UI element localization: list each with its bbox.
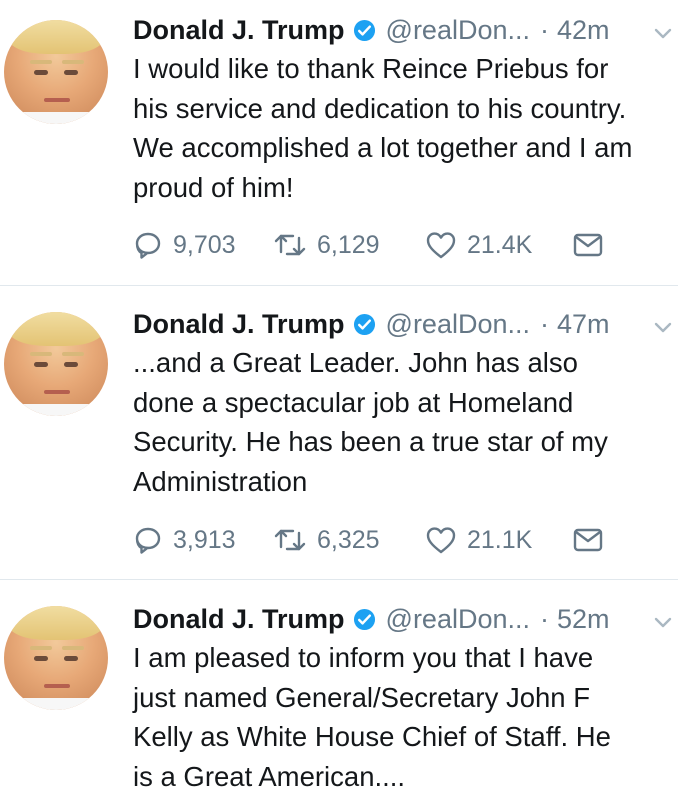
reply-button[interactable]: 9,703 — [133, 230, 273, 260]
reply-bubble-icon — [135, 232, 161, 259]
heart-icon — [426, 232, 456, 259]
separator-dot: · — [540, 603, 549, 634]
tweet[interactable]: Donald J. Trump @realDon... · 52m I am p… — [0, 580, 678, 800]
tweet-actions: 3,913 6,325 21.1K — [133, 523, 603, 557]
reply-button[interactable]: 3,913 — [133, 525, 273, 555]
chevron-down-icon[interactable] — [652, 22, 674, 44]
tweet-text: I would like to thank Reince Priebus for… — [133, 53, 633, 203]
envelope-icon — [573, 528, 603, 552]
timestamp[interactable]: 42m — [557, 15, 610, 46]
verified-badge-icon — [353, 608, 375, 630]
author-name[interactable]: Donald J. Trump — [133, 15, 345, 46]
tweet[interactable]: Donald J. Trump @realDon... · 42m I woul… — [0, 0, 678, 285]
reply-count: 9,703 — [173, 230, 236, 259]
verified-badge-icon — [353, 313, 375, 335]
dm-button[interactable] — [573, 232, 603, 258]
tweet-text: ...and a Great Leader. John has also don… — [133, 347, 608, 497]
timestamp[interactable]: 47m — [557, 309, 610, 340]
tweet-text: I am pleased to inform you that I have j… — [133, 642, 611, 792]
dm-button[interactable] — [573, 527, 603, 553]
author-handle[interactable]: @realDon... — [386, 309, 530, 340]
retweet-button[interactable]: 6,129 — [273, 230, 425, 260]
tweet-header: Donald J. Trump @realDon... · 42m — [133, 13, 610, 47]
tweet-header: Donald J. Trump @realDon... · 52m — [133, 602, 610, 636]
author-handle[interactable]: @realDon... — [386, 604, 530, 635]
heart-icon — [426, 527, 456, 554]
separator-dot: · — [540, 308, 549, 339]
reply-bubble-icon — [135, 527, 161, 554]
like-count: 21.1K — [467, 525, 533, 554]
tweet-actions: 9,703 6,129 21.4K — [133, 228, 603, 262]
author-handle[interactable]: @realDon... — [386, 15, 530, 46]
avatar[interactable] — [4, 606, 108, 710]
retweet-icon — [274, 529, 306, 551]
chevron-down-icon[interactable] — [652, 316, 674, 338]
envelope-icon — [573, 233, 603, 257]
avatar[interactable] — [4, 20, 108, 124]
separator-dot: · — [540, 14, 549, 45]
like-button[interactable]: 21.1K — [425, 525, 573, 555]
reply-count: 3,913 — [173, 525, 236, 554]
tweet-header: Donald J. Trump @realDon... · 47m — [133, 307, 610, 341]
author-name[interactable]: Donald J. Trump — [133, 604, 345, 635]
retweet-icon — [274, 234, 306, 256]
retweet-count: 6,129 — [317, 230, 380, 259]
retweet-button[interactable]: 6,325 — [273, 525, 425, 555]
like-button[interactable]: 21.4K — [425, 230, 573, 260]
timestamp[interactable]: 52m — [557, 604, 610, 635]
avatar[interactable] — [4, 312, 108, 416]
verified-badge-icon — [353, 19, 375, 41]
chevron-down-icon[interactable] — [652, 611, 674, 633]
retweet-count: 6,325 — [317, 525, 380, 554]
like-count: 21.4K — [467, 230, 533, 259]
author-name[interactable]: Donald J. Trump — [133, 309, 345, 340]
tweet[interactable]: Donald J. Trump @realDon... · 47m ...and… — [0, 286, 678, 579]
